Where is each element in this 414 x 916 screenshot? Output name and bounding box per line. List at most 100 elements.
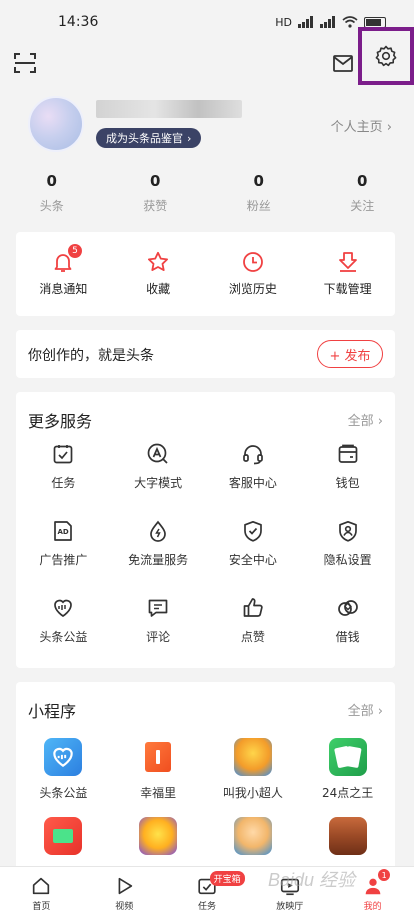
bottom-tab-bar: 首页 视频 开宝箱 任务 放映厅 1 我的 — [0, 866, 414, 916]
service-label: 点赞 — [240, 630, 265, 644]
notification-count-badge: 5 — [68, 244, 82, 258]
stat-following[interactable]: 0 关注 — [311, 172, 414, 220]
service-charity[interactable]: 头条公益 — [16, 596, 111, 645]
signal-icon-2 — [320, 16, 335, 28]
stat-followers[interactable]: 0 粉丝 — [207, 172, 311, 220]
tab-label: 放映厅 — [276, 902, 304, 912]
service-comments[interactable]: 评论 — [111, 596, 206, 645]
wallet-icon — [338, 444, 357, 463]
shield-icon — [244, 520, 262, 542]
drop-icon — [150, 520, 166, 542]
svg-text:AD: AD — [58, 528, 69, 536]
thumbs-up-icon — [243, 598, 263, 617]
mini-block-game[interactable] — [300, 817, 395, 855]
quick-history[interactable]: 浏览历史 — [206, 232, 301, 316]
service-ads[interactable]: AD 广告推广 — [16, 519, 111, 568]
services-all-link[interactable]: 全部 › — [348, 410, 383, 429]
section-title: 更多服务 — [28, 412, 93, 431]
mini-programs-all-link[interactable]: 全部 › — [348, 700, 383, 719]
service-label: 广告推广 — [39, 553, 88, 567]
clock-icon — [242, 252, 263, 272]
cards-game-icon — [328, 738, 367, 776]
quick-label: 收藏 — [146, 282, 171, 296]
service-label: 客服中心 — [228, 476, 277, 490]
ad-icon: AD — [54, 521, 73, 541]
stat-value: 0 — [357, 172, 368, 190]
stat-value: 0 — [150, 172, 161, 190]
charity-heart-icon — [54, 599, 73, 618]
mini-xingfuli[interactable]: 幸福里 — [111, 738, 206, 801]
tab-mine[interactable]: 1 我的 — [331, 867, 414, 916]
status-bar: 14:36 HD — [0, 0, 414, 44]
hd-label: HD — [275, 15, 292, 29]
tab-home[interactable]: 首页 — [0, 867, 83, 916]
scan-icon[interactable] — [12, 50, 38, 76]
battery-icon — [364, 16, 386, 28]
create-card: 你创作的，就是头条 + 发布 — [16, 330, 395, 378]
service-task[interactable]: 任务 — [16, 442, 111, 491]
services-grid: 任务 大字模式 客服中心 钱包 AD 广告推广 免流量服务 安全中心 隐私设置 — [16, 442, 395, 645]
service-likes[interactable]: 点赞 — [206, 596, 301, 645]
stat-likes[interactable]: 0 获赞 — [104, 172, 208, 220]
tab-theater[interactable]: 放映厅 — [248, 867, 331, 916]
quick-favorites[interactable]: 收藏 — [111, 232, 206, 316]
mini-charity[interactable]: 头条公益 — [16, 738, 111, 801]
critic-badge[interactable]: 成为头条品鉴官 › — [96, 128, 202, 148]
mini-24-points[interactable]: 24点之王 — [300, 738, 395, 801]
mini-game-console[interactable] — [16, 817, 111, 855]
screen-play-icon — [280, 878, 299, 896]
tab-video[interactable]: 视频 — [83, 867, 166, 916]
service-customer-support[interactable]: 客服中心 — [206, 442, 301, 491]
stat-headlines[interactable]: 0 头条 — [0, 172, 104, 220]
publish-button[interactable]: + 发布 — [317, 340, 383, 368]
service-free-data[interactable]: 免流量服务 — [111, 519, 206, 568]
mini-duck-game[interactable] — [111, 817, 206, 855]
settings-gear-icon[interactable] — [374, 44, 398, 68]
mini-superman[interactable]: 叫我小超人 — [206, 738, 301, 801]
quick-notifications[interactable]: 5 消息通知 — [16, 232, 111, 316]
mine-count-badge: 1 — [378, 869, 391, 881]
task-icon — [54, 445, 73, 464]
mail-icon[interactable] — [331, 51, 355, 75]
mini-cartoon-game[interactable] — [206, 817, 301, 855]
service-label: 安全中心 — [228, 553, 277, 567]
service-label: 借钱 — [335, 630, 360, 644]
create-prompt: 你创作的，就是头条 — [28, 348, 154, 364]
service-label: 隐私设置 — [323, 553, 372, 567]
service-label: 评论 — [146, 630, 171, 644]
comment-icon — [148, 599, 168, 617]
service-security[interactable]: 安全中心 — [206, 519, 301, 568]
avatar[interactable] — [28, 96, 84, 152]
tab-tasks[interactable]: 开宝箱 任务 — [166, 867, 249, 916]
home-icon — [33, 877, 50, 895]
cartoon-game-icon — [233, 817, 272, 855]
service-label: 任务 — [51, 476, 76, 490]
more-services-card: 更多服务 全部 › 任务 大字模式 客服中心 钱包 AD 广告推广 免流量服务 — [16, 392, 395, 668]
tab-label: 任务 — [197, 902, 216, 912]
wifi-icon — [342, 16, 358, 28]
xingfuli-app-icon — [139, 738, 178, 776]
service-loan[interactable]: 借钱 — [300, 596, 395, 645]
star-icon — [148, 251, 169, 271]
service-label: 免流量服务 — [128, 553, 189, 567]
status-time: 14:36 — [58, 14, 99, 30]
section-title: 小程序 — [28, 702, 77, 721]
game-console-icon — [44, 817, 83, 855]
profile-header[interactable]: 成为头条品鉴官 › 个人主页 › — [0, 88, 414, 158]
mini-label: 幸福里 — [140, 786, 177, 800]
service-wallet[interactable]: 钱包 — [300, 442, 395, 491]
mini-programs-grid: 头条公益 幸福里 叫我小超人 24点之王 — [16, 738, 395, 855]
service-large-font[interactable]: 大字模式 — [111, 442, 206, 491]
quick-downloads[interactable]: 下载管理 — [300, 232, 395, 316]
quick-label: 下载管理 — [323, 282, 372, 296]
tab-label: 视频 — [115, 902, 134, 912]
service-privacy[interactable]: 隐私设置 — [300, 519, 395, 568]
service-label: 大字模式 — [134, 476, 183, 490]
quick-label: 消息通知 — [39, 282, 88, 296]
service-label: 头条公益 — [39, 630, 88, 644]
headset-icon — [243, 445, 263, 465]
stat-label: 获赞 — [143, 199, 168, 213]
chevron-right-icon: › — [187, 131, 192, 145]
homepage-link[interactable]: 个人主页 › — [331, 116, 392, 135]
download-icon — [338, 252, 357, 272]
